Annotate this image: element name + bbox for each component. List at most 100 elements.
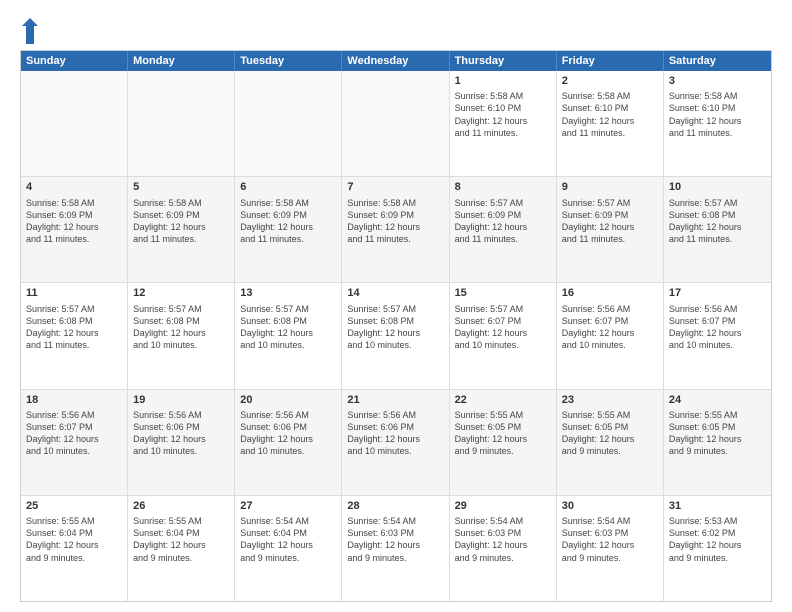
weekday-header: Saturday [664,51,771,71]
day-cell: 24 Sunrise: 5:55 AM Sunset: 6:05 PM Dayli… [664,390,771,495]
day-number: 11 [26,286,122,300]
day-info: Sunrise: 5:57 AM Sunset: 6:08 PM Dayligh… [669,197,766,246]
day-info: Sunrise: 5:55 AM Sunset: 6:05 PM Dayligh… [669,409,766,458]
day-cell: 6 Sunrise: 5:58 AM Sunset: 6:09 PM Daylig… [235,177,342,282]
day-cell: 13 Sunrise: 5:57 AM Sunset: 6:08 PM Dayli… [235,283,342,388]
day-number: 14 [347,286,443,300]
day-number: 29 [455,499,551,513]
day-number: 28 [347,499,443,513]
page: SundayMondayTuesdayWednesdayThursdayFrid… [0,0,792,612]
day-info: Sunrise: 5:57 AM Sunset: 6:09 PM Dayligh… [562,197,658,246]
day-cell: 11 Sunrise: 5:57 AM Sunset: 6:08 PM Dayli… [21,283,128,388]
day-cell: 4 Sunrise: 5:58 AM Sunset: 6:09 PM Daylig… [21,177,128,282]
day-cell: 14 Sunrise: 5:57 AM Sunset: 6:08 PM Dayli… [342,283,449,388]
day-number: 10 [669,180,766,194]
day-number: 1 [455,74,551,88]
day-cell: 29 Sunrise: 5:54 AM Sunset: 6:03 PM Dayli… [450,496,557,601]
calendar-row: 11 Sunrise: 5:57 AM Sunset: 6:08 PM Dayli… [21,282,771,388]
day-info: Sunrise: 5:54 AM Sunset: 6:04 PM Dayligh… [240,515,336,564]
day-cell: 20 Sunrise: 5:56 AM Sunset: 6:06 PM Dayli… [235,390,342,495]
day-info: Sunrise: 5:58 AM Sunset: 6:10 PM Dayligh… [669,90,766,139]
day-info: Sunrise: 5:54 AM Sunset: 6:03 PM Dayligh… [347,515,443,564]
logo-icon [20,16,40,46]
day-cell: 9 Sunrise: 5:57 AM Sunset: 6:09 PM Daylig… [557,177,664,282]
header [20,16,772,46]
empty-cell [235,71,342,176]
calendar: SundayMondayTuesdayWednesdayThursdayFrid… [20,50,772,602]
day-info: Sunrise: 5:56 AM Sunset: 6:06 PM Dayligh… [347,409,443,458]
day-info: Sunrise: 5:58 AM Sunset: 6:09 PM Dayligh… [240,197,336,246]
day-number: 2 [562,74,658,88]
day-info: Sunrise: 5:55 AM Sunset: 6:05 PM Dayligh… [455,409,551,458]
weekday-header: Sunday [21,51,128,71]
day-cell: 15Sunrise: 5:57 AM Sunset: 6:07 PM Dayli… [450,283,557,388]
day-number: 26 [133,499,229,513]
day-info: Sunrise: 5:57 AM Sunset: 6:07 PM Dayligh… [455,303,551,352]
day-info: Sunrise: 5:58 AM Sunset: 6:10 PM Dayligh… [455,90,551,139]
day-number: 4 [26,180,122,194]
day-number: 13 [240,286,336,300]
day-number: 25 [26,499,122,513]
day-cell: 19 Sunrise: 5:56 AM Sunset: 6:06 PM Dayli… [128,390,235,495]
weekday-header: Monday [128,51,235,71]
day-cell: 8 Sunrise: 5:57 AM Sunset: 6:09 PM Daylig… [450,177,557,282]
day-cell: 5Sunrise: 5:58 AM Sunset: 6:09 PM Daylig… [128,177,235,282]
day-info: Sunrise: 5:54 AM Sunset: 6:03 PM Dayligh… [455,515,551,564]
day-cell: 31Sunrise: 5:53 AM Sunset: 6:02 PM Dayli… [664,496,771,601]
day-number: 5 [133,180,229,194]
day-number: 23 [562,393,658,407]
day-cell: 17Sunrise: 5:56 AM Sunset: 6:07 PM Dayli… [664,283,771,388]
empty-cell [342,71,449,176]
day-cell: 18 Sunrise: 5:56 AM Sunset: 6:07 PM Dayli… [21,390,128,495]
calendar-header: SundayMondayTuesdayWednesdayThursdayFrid… [21,51,771,71]
calendar-row: 18 Sunrise: 5:56 AM Sunset: 6:07 PM Dayli… [21,389,771,495]
day-info: Sunrise: 5:56 AM Sunset: 6:07 PM Dayligh… [26,409,122,458]
day-number: 6 [240,180,336,194]
day-number: 7 [347,180,443,194]
day-cell: 26 Sunrise: 5:55 AM Sunset: 6:04 PM Dayli… [128,496,235,601]
day-info: Sunrise: 5:57 AM Sunset: 6:09 PM Dayligh… [455,197,551,246]
day-info: Sunrise: 5:58 AM Sunset: 6:10 PM Dayligh… [562,90,658,139]
calendar-body: 1 Sunrise: 5:58 AM Sunset: 6:10 PM Daylig… [21,71,771,601]
day-number: 27 [240,499,336,513]
day-info: Sunrise: 5:55 AM Sunset: 6:04 PM Dayligh… [133,515,229,564]
day-cell: 25Sunrise: 5:55 AM Sunset: 6:04 PM Dayli… [21,496,128,601]
day-number: 16 [562,286,658,300]
day-cell: 10 Sunrise: 5:57 AM Sunset: 6:08 PM Dayli… [664,177,771,282]
day-info: Sunrise: 5:58 AM Sunset: 6:09 PM Dayligh… [26,197,122,246]
day-cell: 21 Sunrise: 5:56 AM Sunset: 6:06 PM Dayli… [342,390,449,495]
day-number: 19 [133,393,229,407]
weekday-header: Thursday [450,51,557,71]
empty-cell [128,71,235,176]
day-info: Sunrise: 5:57 AM Sunset: 6:08 PM Dayligh… [240,303,336,352]
day-cell: 2 Sunrise: 5:58 AM Sunset: 6:10 PM Daylig… [557,71,664,176]
day-number: 18 [26,393,122,407]
day-cell: 30Sunrise: 5:54 AM Sunset: 6:03 PM Dayli… [557,496,664,601]
day-number: 20 [240,393,336,407]
day-cell: 22Sunrise: 5:55 AM Sunset: 6:05 PM Dayli… [450,390,557,495]
day-number: 9 [562,180,658,194]
day-info: Sunrise: 5:56 AM Sunset: 6:06 PM Dayligh… [133,409,229,458]
day-number: 24 [669,393,766,407]
day-info: Sunrise: 5:57 AM Sunset: 6:08 PM Dayligh… [26,303,122,352]
day-number: 21 [347,393,443,407]
day-cell: 12 Sunrise: 5:57 AM Sunset: 6:08 PM Dayli… [128,283,235,388]
weekday-header: Tuesday [235,51,342,71]
weekday-header: Wednesday [342,51,449,71]
day-info: Sunrise: 5:56 AM Sunset: 6:07 PM Dayligh… [562,303,658,352]
day-number: 8 [455,180,551,194]
day-cell: 1 Sunrise: 5:58 AM Sunset: 6:10 PM Daylig… [450,71,557,176]
day-cell: 28 Sunrise: 5:54 AM Sunset: 6:03 PM Dayli… [342,496,449,601]
weekday-header: Friday [557,51,664,71]
day-number: 30 [562,499,658,513]
day-cell: 23 Sunrise: 5:55 AM Sunset: 6:05 PM Dayli… [557,390,664,495]
day-number: 12 [133,286,229,300]
day-info: Sunrise: 5:58 AM Sunset: 6:09 PM Dayligh… [347,197,443,246]
day-cell: 3Sunrise: 5:58 AM Sunset: 6:10 PM Daylig… [664,71,771,176]
day-info: Sunrise: 5:55 AM Sunset: 6:05 PM Dayligh… [562,409,658,458]
day-info: Sunrise: 5:56 AM Sunset: 6:06 PM Dayligh… [240,409,336,458]
day-info: Sunrise: 5:57 AM Sunset: 6:08 PM Dayligh… [347,303,443,352]
day-cell: 27 Sunrise: 5:54 AM Sunset: 6:04 PM Dayli… [235,496,342,601]
day-info: Sunrise: 5:57 AM Sunset: 6:08 PM Dayligh… [133,303,229,352]
day-number: 17 [669,286,766,300]
